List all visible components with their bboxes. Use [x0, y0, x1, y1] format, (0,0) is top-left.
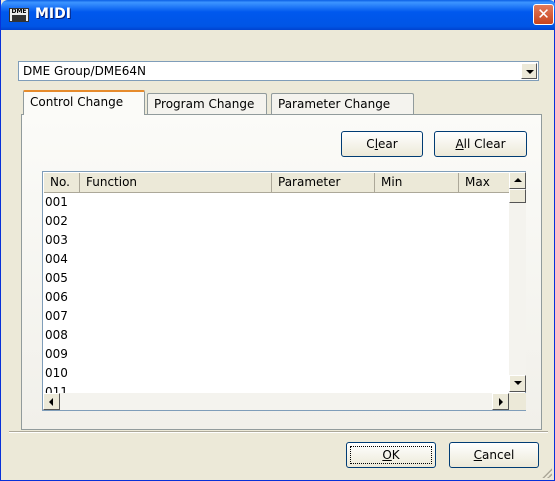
cancel-label-accel: C	[473, 448, 483, 462]
all-clear-label-accel: A	[455, 137, 464, 151]
vertical-scroll-thumb[interactable]	[509, 189, 526, 203]
column-header-min[interactable]: Min	[375, 173, 459, 193]
vertical-scrollbar[interactable]	[509, 172, 526, 392]
column-header-no[interactable]: No.	[44, 173, 80, 193]
scrollbar-corner	[509, 393, 526, 410]
column-header-parameter[interactable]: Parameter	[272, 173, 375, 193]
tab-parameter-change[interactable]: Parameter Change	[271, 93, 414, 115]
table-row[interactable]: 004	[45, 250, 68, 268]
cancel-label-post: ancel	[482, 448, 515, 462]
ok-button[interactable]: OK	[346, 442, 436, 468]
table-row[interactable]: 006	[45, 288, 68, 306]
table-row[interactable]: 007	[45, 307, 68, 325]
all-clear-label-post: ll Clear	[463, 137, 506, 151]
all-clear-button[interactable]: All Clear	[434, 131, 527, 157]
scroll-down-arrow-icon[interactable]	[509, 375, 526, 392]
footer-divider	[9, 431, 548, 433]
scroll-up-arrow-icon[interactable]	[509, 172, 526, 189]
dme-group-select[interactable]: DME Group/DME64N	[18, 61, 539, 81]
table-row[interactable]: 001	[45, 193, 68, 211]
table-row[interactable]: 010	[45, 364, 68, 382]
dme-group-select-value: DME Group/DME64N	[23, 64, 146, 78]
column-header-max[interactable]: Max	[459, 173, 511, 193]
window-title: MIDI	[35, 6, 71, 22]
control-change-table[interactable]: No. Function Parameter Min Max 001 002 0…	[42, 171, 526, 411]
table-row[interactable]: 003	[45, 231, 68, 249]
focus-ring	[350, 446, 432, 464]
clear-label-pre: C	[366, 137, 375, 151]
tab-program-change[interactable]: Program Change	[147, 93, 267, 115]
table-row[interactable]: 008	[45, 326, 68, 344]
table-row[interactable]: 002	[45, 212, 68, 230]
scroll-right-arrow-icon[interactable]	[492, 393, 509, 410]
column-header-function[interactable]: Function	[80, 173, 272, 193]
close-icon[interactable]: ✕	[533, 4, 554, 25]
cancel-button[interactable]: Cancel	[449, 442, 539, 468]
clear-label-post: ear	[378, 137, 398, 151]
chevron-down-icon[interactable]	[521, 63, 537, 79]
horizontal-scrollbar[interactable]	[43, 393, 509, 410]
table-row[interactable]: 009	[45, 345, 68, 363]
dme-app-icon: DME	[9, 8, 29, 22]
tab-control-change[interactable]: Control Change	[23, 90, 145, 115]
midi-dialog: DME MIDI ✕ DME Group/DME64N Control Chan…	[0, 0, 555, 481]
resize-grip-icon[interactable]	[542, 468, 552, 478]
clear-button[interactable]: Clear	[341, 131, 423, 157]
scroll-left-arrow-icon[interactable]	[43, 393, 60, 410]
title-bar[interactable]: DME MIDI ✕	[1, 0, 555, 30]
table-row[interactable]: 005	[45, 269, 68, 287]
